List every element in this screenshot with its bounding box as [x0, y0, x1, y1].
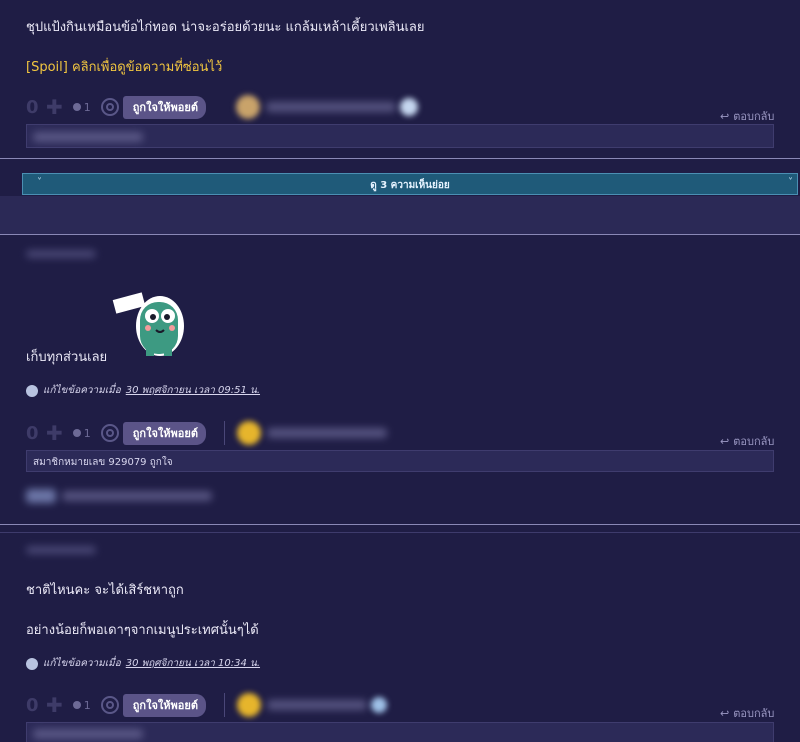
- edited-date: 30 พฤศจิกายน เวลา 09:51 น.: [125, 385, 261, 396]
- blurred-comment-header: [26, 546, 96, 554]
- globe-icon: [26, 657, 38, 670]
- reply-button[interactable]: ↩ ตอบกลับ: [720, 432, 774, 450]
- blurred-liked-by: [33, 729, 143, 739]
- emotion-counter[interactable]: 1: [72, 100, 91, 114]
- separator: [0, 234, 800, 235]
- like-button[interactable]: ถูกใจให้พอยต์: [122, 95, 206, 119]
- plus-icon[interactable]: ✚: [46, 97, 63, 117]
- blurred-signature: [26, 489, 212, 503]
- comment-2-actions: 0 ✚ 1 ถูกใจให้พอยต์: [26, 421, 387, 445]
- avatar: [370, 697, 387, 713]
- divider: [223, 693, 225, 717]
- edited-note: แก้ไขข้อความเมื่อ 30 พฤศจิกายน เวลา 09:5…: [26, 383, 260, 398]
- blurred-comment-header: [26, 250, 96, 258]
- reply-icon: ↩: [720, 109, 730, 123]
- edited-note: แก้ไขข้อความเมื่อ 30 พฤศจิกายน เวลา 10:3…: [26, 656, 260, 671]
- circle-icon[interactable]: [100, 98, 119, 116]
- circle-icon[interactable]: [100, 424, 119, 442]
- chevron-down-icon: ˅: [788, 177, 793, 188]
- reply-label: ตอบกลับ: [733, 707, 775, 720]
- reply-label: ตอบกลับ: [733, 110, 775, 123]
- plus-icon[interactable]: ✚: [46, 423, 63, 443]
- emotion-counter[interactable]: 1: [72, 426, 91, 440]
- liked-by-box: [26, 124, 774, 148]
- comment-3-actions: 0 ✚ 1 ถูกใจให้พอยต์: [26, 693, 387, 717]
- blurred-avatar: [26, 489, 56, 503]
- emotion-count: 1: [83, 426, 91, 440]
- separator: [0, 524, 800, 525]
- show-subcomments-button[interactable]: ˅ ดู 3 ความเห็นย่อย ˅: [22, 173, 798, 195]
- emotion-icon: [72, 103, 81, 111]
- avatar: [236, 421, 261, 445]
- separator: [0, 158, 800, 159]
- emotion-counter[interactable]: 1: [72, 698, 91, 712]
- emotion-count: 1: [83, 100, 91, 114]
- blurred-name: [265, 102, 396, 112]
- blurred-name: [266, 700, 367, 710]
- reply-icon: ↩: [720, 434, 730, 448]
- reply-icon: ↩: [720, 706, 730, 720]
- comment-1-actions: 0 ✚ 1 ถูกใจให้พอยต์: [26, 95, 418, 119]
- like-button[interactable]: ถูกใจให้พอยต์: [122, 693, 206, 717]
- emotion-icon: [72, 701, 81, 709]
- like-button[interactable]: ถูกใจให้พอยต์: [122, 421, 206, 445]
- blurred-name: [266, 428, 387, 438]
- liked-by-box: [26, 722, 774, 742]
- comment-3-line-2: อย่างน้อยก็พอเดาๆจากเมนูประเทศนั้นๆได้: [26, 623, 259, 638]
- blurred-text: [62, 491, 212, 501]
- reply-button[interactable]: ↩ ตอบกลับ: [720, 704, 774, 722]
- edited-label: แก้ไขข้อความเมื่อ: [43, 385, 121, 396]
- sticker-image: [112, 290, 194, 360]
- spoil-toggle[interactable]: [Spoil] คลิกเพื่อดูข้อความที่ซ่อนไว้: [26, 56, 222, 77]
- blurred-liked-by: [33, 132, 143, 142]
- reply-label: ตอบกลับ: [733, 435, 775, 448]
- avatar: [235, 95, 260, 119]
- emotion-icon: [72, 429, 81, 437]
- comment-3-line-1: ชาติไหนคะ จะได้เสิร์ชหาถูก: [26, 583, 184, 598]
- liked-by-text[interactable]: สมาชิกหมายเลข 929079 ถูกใจ: [27, 451, 773, 474]
- comment-1-text: ชุปแป้งกินเหมือนข้อไก่ทอด น่าจะอร่อยด้วย…: [26, 20, 425, 35]
- subcomments-label: ดู 3 ความเห็นย่อย: [370, 180, 450, 191]
- vote-count: 0: [26, 694, 39, 716]
- avatar: [399, 98, 418, 116]
- reply-button[interactable]: ↩ ตอบกลับ: [720, 107, 774, 125]
- separator: [0, 532, 800, 533]
- liked-by-box: สมาชิกหมายเลข 929079 ถูกใจ: [26, 450, 774, 472]
- edited-date: 30 พฤศจิกายน เวลา 10:34 น.: [125, 658, 261, 669]
- subcomment-area: [0, 196, 800, 234]
- vote-count: 0: [26, 96, 39, 118]
- circle-icon[interactable]: [100, 696, 119, 714]
- edited-label: แก้ไขข้อความเมื่อ: [43, 658, 121, 669]
- avatar: [236, 693, 261, 717]
- comment-2-text: เก็บทุกส่วนเลย: [26, 350, 108, 365]
- emotion-count: 1: [83, 698, 91, 712]
- vote-count: 0: [26, 422, 39, 444]
- globe-icon: [26, 384, 38, 397]
- divider: [223, 421, 225, 445]
- plus-icon[interactable]: ✚: [46, 695, 63, 715]
